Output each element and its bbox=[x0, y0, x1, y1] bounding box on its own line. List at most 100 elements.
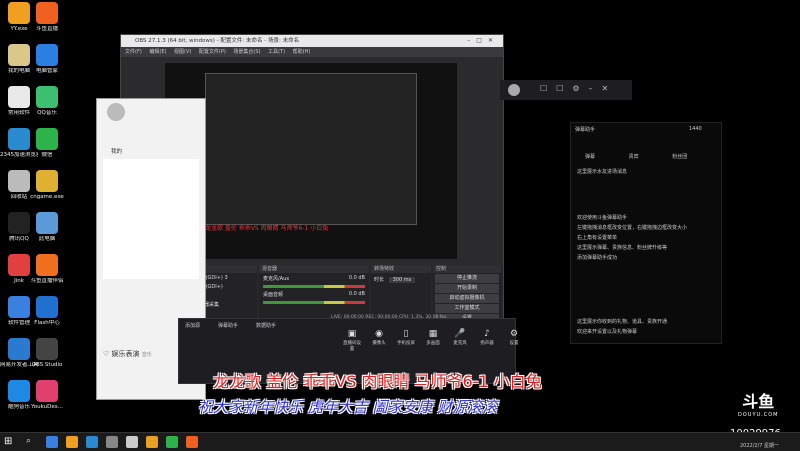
controls-header: 控制 bbox=[433, 265, 501, 273]
desktop-icon[interactable]: Flash中心 bbox=[28, 296, 66, 327]
desktop-icon-label: 此电脑 bbox=[38, 236, 56, 242]
obs-titlebar[interactable]: OBS 27.1.3 (64 bit, windows) - 配置文件: 未命名… bbox=[121, 35, 503, 47]
tool-icon: ♪ bbox=[484, 329, 490, 339]
chat-message: 这里展示弹幕、贵族信息、粉丝牌升级等 bbox=[577, 245, 668, 251]
douyu-tool-button[interactable]: ⚙ 设置 bbox=[503, 329, 525, 346]
close-icon[interactable]: ✕ bbox=[602, 84, 618, 93]
desktop-icon[interactable]: cngame.exe bbox=[28, 170, 66, 201]
share-icon[interactable]: ☐ bbox=[556, 84, 572, 93]
chat-tab[interactable]: 弹幕 bbox=[585, 154, 595, 160]
chat-tab[interactable]: 粉丝团 bbox=[672, 154, 687, 160]
app-icon bbox=[8, 44, 30, 66]
taskbar-app-icon[interactable] bbox=[126, 436, 138, 448]
minimize-icon[interactable]: – bbox=[467, 37, 476, 44]
transitions-panel: 转场特效 时长 300 ms bbox=[371, 265, 431, 321]
overlay-banner-red: 龙龙歌 盖伦 乖乖VS 肉眼睛 马师爷6-1 小白兔 bbox=[213, 372, 542, 391]
heart-icon: ♡ bbox=[103, 350, 110, 358]
gift-icon[interactable]: ☐ bbox=[540, 84, 556, 93]
minimize-icon[interactable]: – bbox=[589, 84, 602, 93]
mixer-channel-db: 0.0 dB bbox=[348, 275, 365, 281]
avatar[interactable] bbox=[107, 103, 125, 121]
chat-message: 左键拖拽消息框改变位置，右键拖拽边框改变大小 bbox=[577, 225, 688, 231]
taskbar-app-icon[interactable] bbox=[146, 436, 158, 448]
desktop-icon[interactable]: QQ音乐 bbox=[28, 86, 66, 117]
mixer-channel-name: 桌面音频 bbox=[263, 292, 284, 298]
maximize-icon[interactable]: □ bbox=[476, 37, 488, 44]
mixer-channel: 麦克风/Aux 0.0 dB bbox=[263, 275, 365, 288]
desktop-icon-label: QQ音乐 bbox=[37, 110, 57, 116]
app-icon bbox=[36, 44, 58, 66]
douyu-tool-button[interactable]: ▦ 多画面 bbox=[422, 329, 444, 346]
tool-label: 设置 bbox=[509, 341, 519, 346]
desktop-icon[interactable]: 斗鱼直播伴侣 bbox=[28, 254, 66, 285]
app-icon bbox=[8, 170, 30, 192]
app-icon bbox=[8, 338, 30, 360]
chat-message: 欢迎来开设置以及礼物弹幕 bbox=[577, 329, 638, 335]
mixer-channel: 桌面音频 0.0 dB bbox=[263, 291, 365, 304]
volume-meter[interactable] bbox=[263, 301, 365, 304]
mixer-list: 麦克风/Aux 0.0 dB 桌面音频 0.0 dB bbox=[259, 273, 369, 309]
app-icon bbox=[36, 128, 58, 150]
tool-icon: ⚙ bbox=[509, 329, 519, 339]
desktop-icon[interactable]: OBS Studio bbox=[28, 338, 66, 369]
promo-row[interactable]: ♡ 娱乐表演 音乐 bbox=[103, 349, 152, 359]
chat-topbar-icons[interactable]: ☐☐⚙–✕ bbox=[540, 84, 617, 93]
taskbar-app-icon[interactable] bbox=[86, 436, 98, 448]
taskbar-app-icon[interactable] bbox=[166, 436, 178, 448]
app-icon bbox=[36, 212, 58, 234]
preview-banner: 龙龙歌 盖伦 乖乖VS 肉眼睛 马师爷6-1 小白兔 bbox=[205, 225, 329, 232]
transitions-header: 转场特效 bbox=[371, 265, 431, 273]
mixer-panel: 混音器 麦克风/Aux 0.0 dB 桌面音频 0.0 dB bbox=[259, 265, 369, 321]
mixer-channel-name: 麦克风/Aux bbox=[263, 276, 290, 282]
window-controls[interactable]: –□✕ bbox=[467, 35, 499, 47]
transition-value[interactable]: 300 ms bbox=[388, 277, 416, 283]
douyu-tool-button[interactable]: ▯ 手机投屏 bbox=[395, 329, 417, 346]
control-button[interactable]: 停止推流 bbox=[435, 274, 499, 283]
transition-duration[interactable]: 时长 300 ms bbox=[371, 273, 431, 286]
taskbar-app-icon[interactable] bbox=[66, 436, 78, 448]
douyu-tool-button[interactable]: 🎤 麦克风 bbox=[449, 329, 471, 346]
control-button[interactable]: 开始录制 bbox=[435, 284, 499, 293]
streamer-avatar[interactable] bbox=[508, 84, 520, 96]
taskbar-app-icon[interactable] bbox=[186, 436, 198, 448]
desktop-icon[interactable]: 电脑管家 bbox=[28, 44, 66, 75]
chat-panel[interactable]: 弹幕助手 1440 弹幕 贵宾 粉丝团 这里展示水友进场消息 欢迎使用斗鱼弹幕助手… bbox=[570, 122, 722, 344]
tool-label: 直播间设置 bbox=[343, 341, 361, 352]
app-icon bbox=[36, 380, 58, 402]
tool-icon: ◉ bbox=[375, 329, 383, 339]
windows-start-icon[interactable]: ⊞ bbox=[4, 436, 12, 447]
volume-meter[interactable] bbox=[263, 285, 365, 288]
chat-message: 添加弹幕助手成功 bbox=[577, 255, 618, 261]
mixer-channel-db: 0.0 dB bbox=[348, 291, 365, 297]
desktop-icon[interactable]: 微信 bbox=[28, 128, 66, 159]
douyu-tab[interactable]: 数据助手 bbox=[256, 323, 276, 329]
tool-label: 扬声器 bbox=[480, 341, 494, 346]
desktop-icon[interactable]: YoukuDes... bbox=[28, 380, 66, 411]
chat-tabs: 弹幕 贵宾 粉丝团 bbox=[585, 153, 715, 160]
douyu-tab[interactable]: 弹幕助手 bbox=[218, 323, 238, 329]
douyu-tool-button[interactable]: ◉ 摄像头 bbox=[368, 329, 390, 346]
desktop-icon-label: OBS Studio bbox=[31, 362, 63, 368]
desktop-icon-label: cngame.exe bbox=[30, 194, 64, 200]
taskbar-app-icon[interactable] bbox=[106, 436, 118, 448]
douyu-tool-button[interactable]: ♪ 扬声器 bbox=[476, 329, 498, 346]
control-button[interactable]: 启动虚拟摄像机 bbox=[435, 294, 499, 303]
taskbar: ⊞ ⌕ 2022/2/7 星期一 bbox=[0, 432, 800, 451]
app-icon bbox=[8, 86, 30, 108]
app-icon bbox=[8, 212, 30, 234]
settings-icon[interactable]: ⚙ bbox=[572, 84, 588, 93]
chat-tab[interactable]: 贵宾 bbox=[629, 154, 639, 160]
desktop-icon[interactable]: 此电脑 bbox=[28, 212, 66, 243]
close-icon[interactable]: ✕ bbox=[488, 37, 499, 44]
search-icon[interactable]: ⌕ bbox=[26, 436, 31, 446]
desktop-icon[interactable]: 斗鱼直播 bbox=[28, 2, 66, 33]
douyu-tab[interactable]: 添加源 bbox=[185, 323, 200, 329]
douyu-tool-button[interactable]: ▣ 直播间设置 bbox=[341, 329, 363, 352]
desktop-icon-label: 电脑管家 bbox=[35, 68, 58, 74]
tool-label: 多画面 bbox=[426, 341, 440, 346]
tool-label: 手机投屏 bbox=[397, 341, 415, 346]
obs-menubar[interactable]: 文件(F) 编辑(E) 视图(V) 配置文件(P) 场景集合(S) 工具(T) … bbox=[121, 47, 503, 57]
douyu-logo: 斗鱼 bbox=[742, 392, 775, 411]
taskbar-app-icon[interactable] bbox=[46, 436, 58, 448]
control-button[interactable]: 工作室模式 bbox=[435, 304, 499, 313]
